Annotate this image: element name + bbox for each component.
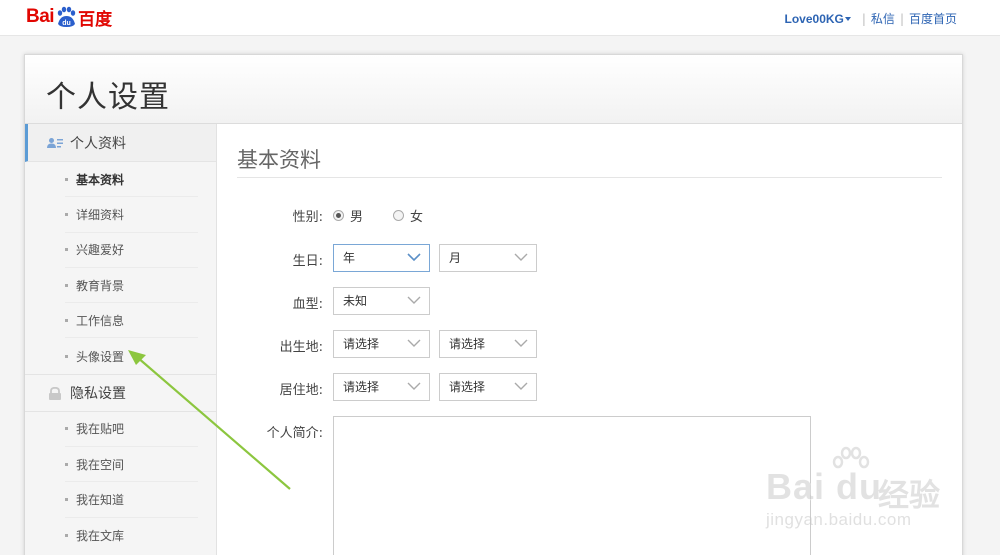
top-links: Love00KG | 私信 | 百度首页 [784, 10, 957, 27]
residence-city-select[interactable]: 请选择 [439, 373, 537, 401]
radio-unchecked-icon [393, 210, 404, 221]
watermark-url: jingyan.baidu.com [766, 510, 912, 529]
blood-type-select[interactable]: 未知 [333, 287, 430, 315]
lock-icon [47, 386, 63, 400]
sidebar-group-privacy[interactable]: 隐私设置 [25, 373, 216, 412]
blood-row: 血型: 未知 [237, 287, 942, 315]
sidebar-item-space[interactable]: 我在空间 [65, 447, 198, 483]
sidebar-item-label: 我在文库 [76, 528, 125, 543]
select-value: 月 [449, 251, 462, 265]
baidu-logo[interactable]: Bai du 百度 [26, 2, 112, 32]
sidebar-profile-items: 基本资料 详细资料 兴趣爱好 教育背景 工作信息 头像设置 [25, 162, 216, 374]
sidebar-privacy-items: 我在贴吧 我在空间 我在知道 我在文库 [25, 412, 216, 553]
sidebar-item-label: 我在空间 [76, 457, 125, 472]
sidebar-item-tieba[interactable]: 我在贴吧 [65, 412, 198, 448]
baidu-home-link[interactable]: 百度首页 [909, 10, 957, 27]
sidebar-item-label: 我在贴吧 [76, 422, 125, 437]
birthday-label: 生日: [292, 254, 323, 269]
birthplace-label: 出生地: [279, 340, 323, 355]
paw-icon: du [55, 6, 77, 28]
sidebar-item-detail-info[interactable]: 详细资料 [65, 197, 198, 233]
section-title: 基本资料 [237, 148, 321, 172]
message-link[interactable]: 私信 [871, 10, 895, 27]
sidebar: 个人资料 基本资料 详细资料 兴趣爱好 教育背景 工作信息 头像设置 隐私设置 … [25, 124, 217, 555]
select-value: 请选择 [343, 380, 380, 394]
top-bar: Bai du 百度 Love00KG | 私信 | 百度首页 [0, 0, 1000, 36]
sidebar-item-label: 我在知道 [76, 493, 125, 508]
sidebar-item-wenku[interactable]: 我在文库 [65, 518, 198, 553]
select-value: 请选择 [449, 380, 486, 394]
birthplace-city-select[interactable]: 请选择 [439, 330, 537, 358]
gender-male-radio[interactable]: 男 [333, 206, 363, 225]
sidebar-item-label: 详细资料 [76, 207, 125, 222]
sidebar-item-work[interactable]: 工作信息 [65, 303, 198, 339]
watermark-cn: 经验 [878, 478, 940, 514]
bio-label: 个人简介: [266, 426, 323, 441]
logo-text-du: du [62, 20, 71, 27]
residence-label: 居住地: [279, 383, 323, 398]
baidu-jingyan-watermark: Bai du 经验 jingyan.baidu.com [766, 446, 976, 536]
bio-textarea[interactable] [333, 416, 811, 555]
sidebar-item-hobbies[interactable]: 兴趣爱好 [65, 233, 198, 268]
section-divider [237, 177, 942, 178]
radio-label: 男 [350, 210, 364, 225]
sidebar-item-label: 教育背景 [76, 278, 125, 293]
sidebar-item-basic-info[interactable]: 基本资料 [65, 162, 198, 198]
birth-year-select[interactable]: 年 [333, 244, 430, 272]
username-menu[interactable]: Love00KG [785, 12, 844, 26]
birthday-row: 生日: 年 月 [237, 244, 942, 272]
sidebar-item-education[interactable]: 教育背景 [65, 268, 198, 304]
chevron-down-icon [407, 253, 421, 262]
sidebar-item-label: 兴趣爱好 [76, 243, 125, 258]
blood-label: 血型: [292, 297, 323, 312]
radio-label: 女 [410, 210, 424, 225]
birth-month-select[interactable]: 月 [439, 244, 537, 272]
sidebar-item-label: 头像设置 [76, 349, 125, 364]
panel-header: 个人设置 [25, 55, 962, 124]
residence-province-select[interactable]: 请选择 [333, 373, 430, 401]
chevron-down-icon [407, 296, 421, 304]
sidebar-group-label: 隐私设置 [70, 385, 126, 402]
gender-label: 性别: [292, 210, 323, 225]
sidebar-group-label: 个人资料 [70, 135, 126, 152]
sidebar-item-avatar[interactable]: 头像设置 [65, 338, 198, 373]
chevron-down-icon [514, 339, 528, 347]
sidebar-group-profile[interactable]: 个人资料 [25, 124, 216, 162]
logo-text-cn: 百度 [78, 9, 113, 30]
select-value: 请选择 [449, 337, 486, 351]
chevron-down-icon [407, 339, 421, 347]
sidebar-item-label: 工作信息 [76, 313, 125, 328]
gender-row: 性别: 男 女 [237, 200, 942, 228]
chevron-down-icon [407, 382, 421, 390]
page-title: 个人设置 [46, 80, 170, 115]
radio-checked-icon [333, 210, 344, 221]
residence-row: 居住地: 请选择 请选择 [237, 373, 942, 401]
birthplace-row: 出生地: 请选择 请选择 [237, 330, 942, 358]
gender-female-radio[interactable]: 女 [393, 206, 423, 225]
select-value: 年 [343, 251, 356, 265]
select-value: 请选择 [343, 337, 380, 351]
watermark-paw-icon [832, 446, 870, 469]
logo-text-bai: Bai [26, 6, 55, 27]
user-card-icon [47, 137, 63, 149]
chevron-down-icon [514, 253, 528, 261]
caret-down-icon[interactable] [844, 16, 851, 21]
sidebar-item-zhidao[interactable]: 我在知道 [65, 482, 198, 518]
sidebar-item-label: 基本资料 [76, 172, 125, 187]
chevron-down-icon [514, 382, 528, 390]
birthplace-province-select[interactable]: 请选择 [333, 330, 430, 358]
select-value: 未知 [343, 294, 368, 308]
